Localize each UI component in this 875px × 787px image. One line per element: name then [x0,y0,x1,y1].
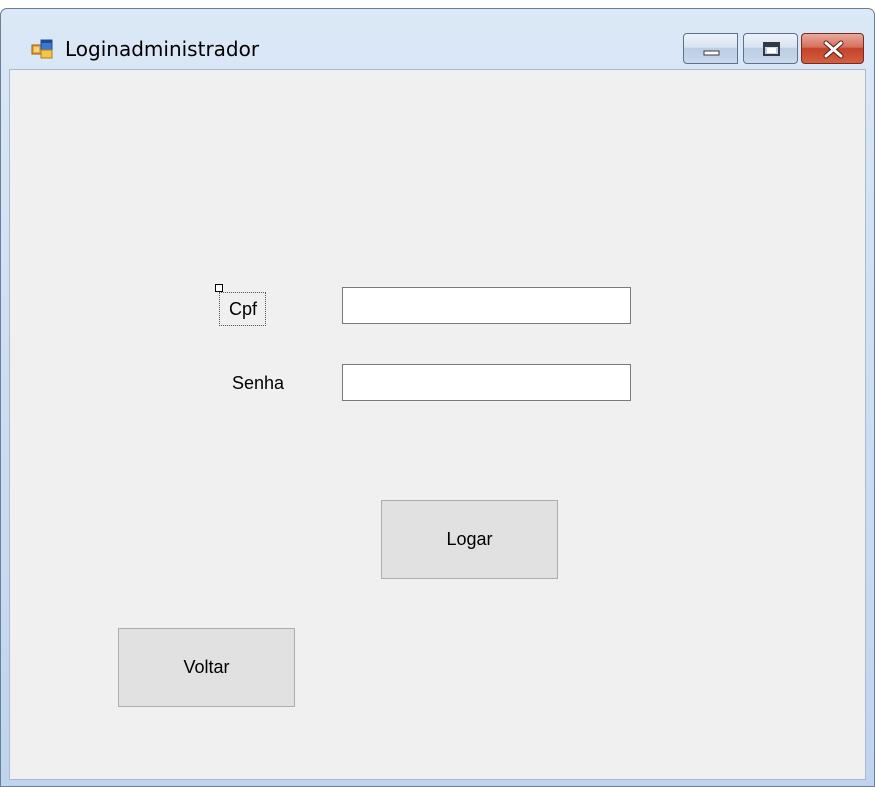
form-client-area: Cpf Senha Logar Voltar [9,69,866,780]
voltar-button[interactable]: Voltar [118,628,295,707]
window-title: Loginadministrador [65,37,260,61]
close-button[interactable] [801,33,864,64]
close-icon [823,40,844,59]
maximize-button[interactable] [743,33,798,64]
cpf-label: Cpf [219,292,267,326]
minimize-icon [703,50,720,56]
maximize-icon [763,42,780,56]
logar-button[interactable]: Logar [381,500,558,579]
title-bar[interactable]: Loginadministrador [1,9,874,69]
app-window: Loginadministrador Cpf Senha Logar Volta… [0,8,875,787]
cpf-input[interactable] [342,287,631,324]
selection-handle[interactable] [215,284,223,292]
minimize-button[interactable] [683,33,738,64]
senha-label: Senha [232,373,285,393]
senha-input[interactable] [342,364,631,401]
windows-form-icon [31,39,53,59]
